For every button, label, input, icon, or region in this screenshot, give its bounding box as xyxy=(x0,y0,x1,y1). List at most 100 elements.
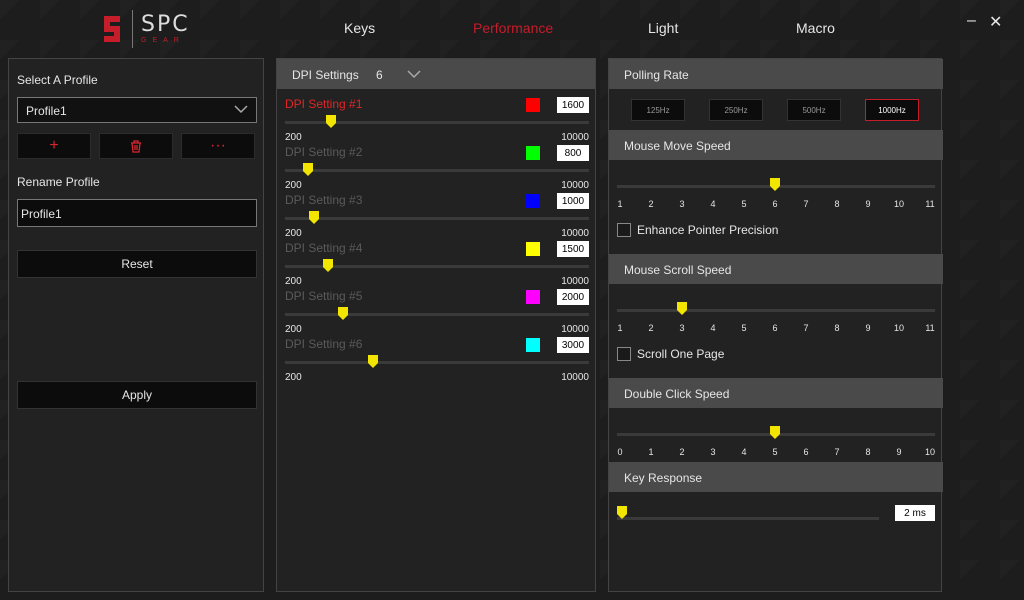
polling-250-button[interactable]: 250Hz xyxy=(709,99,763,121)
scroll-speed-header: Mouse Scroll Speed xyxy=(609,254,943,284)
dpi-setting-row: DPI Setting #5 2000 200 10000 xyxy=(277,289,597,337)
dpi-slider-track[interactable] xyxy=(285,313,589,316)
minimize-button[interactable]: – xyxy=(967,12,976,30)
tab-light[interactable]: Light xyxy=(648,20,678,36)
double-click-tick-label: 7 xyxy=(834,447,840,457)
scroll-speed-tick-label: 9 xyxy=(865,323,871,333)
move-speed-tick-label: 8 xyxy=(834,199,840,209)
dpi-slider-thumb[interactable] xyxy=(338,307,349,320)
dpi-setting-name[interactable]: DPI Setting #3 xyxy=(285,193,362,207)
dpi-color-swatch[interactable] xyxy=(525,193,541,209)
more-options-button[interactable]: ··· xyxy=(181,133,255,159)
apply-button[interactable]: Apply xyxy=(17,381,257,409)
settings-panel: Polling Rate 125Hz 250Hz 500Hz 1000Hz Mo… xyxy=(608,58,943,592)
dpi-setting-row: DPI Setting #4 1500 200 10000 xyxy=(277,241,597,289)
double-click-tick-label: 3 xyxy=(710,447,716,457)
dpi-value-box[interactable]: 1600 xyxy=(557,97,589,113)
dpi-slider-track[interactable] xyxy=(285,361,589,364)
move-speed-tick-label: 9 xyxy=(865,199,871,209)
double-click-tick-label: 1 xyxy=(648,447,654,457)
tab-performance[interactable]: Performance xyxy=(473,20,553,36)
scroll-speed-track[interactable] xyxy=(617,309,935,312)
header: SPC GEAR Keys Performance Light Macro – … xyxy=(0,0,1024,58)
main-nav: Keys Performance Light Macro xyxy=(0,20,1024,40)
move-speed-thumb[interactable] xyxy=(770,178,780,191)
dpi-color-swatch[interactable] xyxy=(525,97,541,113)
key-response-thumb[interactable] xyxy=(617,506,627,519)
dpi-value-box[interactable]: 800 xyxy=(557,145,589,161)
dpi-min-label: 200 xyxy=(285,228,302,239)
dpi-slider-thumb[interactable] xyxy=(367,355,378,368)
dpi-color-swatch[interactable] xyxy=(525,241,541,257)
dpi-setting-row: DPI Setting #2 800 200 10000 xyxy=(277,145,597,193)
chevron-down-icon xyxy=(407,70,421,79)
key-response-value[interactable]: 2 ms xyxy=(895,505,935,521)
dpi-slider-track[interactable] xyxy=(285,169,589,172)
double-click-tick-label: 0 xyxy=(617,447,623,457)
scroll-speed-tick-label: 5 xyxy=(741,323,747,333)
reset-button[interactable]: Reset xyxy=(17,250,257,278)
dpi-setting-name[interactable]: DPI Setting #4 xyxy=(285,241,362,255)
move-speed-tick-label: 3 xyxy=(679,199,685,209)
dpi-header-label: DPI Settings xyxy=(292,68,359,82)
move-speed-tick-label: 10 xyxy=(893,199,905,209)
dpi-color-swatch[interactable] xyxy=(525,289,541,305)
dpi-value-box[interactable]: 3000 xyxy=(557,337,589,353)
scroll-speed-tick-label: 11 xyxy=(925,323,935,333)
enhance-precision-checkbox[interactable] xyxy=(617,223,631,237)
polling-125-button[interactable]: 125Hz xyxy=(631,99,685,121)
key-response-track[interactable] xyxy=(617,517,879,520)
dpi-value-box[interactable]: 2000 xyxy=(557,289,589,305)
scroll-speed-thumb[interactable] xyxy=(677,302,687,315)
dpi-max-label: 10000 xyxy=(561,324,589,335)
dpi-min-label: 200 xyxy=(285,324,302,335)
dpi-slider-track[interactable] xyxy=(285,217,589,220)
polling-500-button[interactable]: 500Hz xyxy=(787,99,841,121)
scroll-speed-tick-label: 2 xyxy=(648,323,654,333)
move-speed-tick-label: 2 xyxy=(648,199,654,209)
move-speed-tick-label: 5 xyxy=(741,199,747,209)
dpi-slider-thumb[interactable] xyxy=(323,259,334,272)
scroll-speed-tick-label: 7 xyxy=(803,323,809,333)
move-speed-tick-label: 11 xyxy=(925,199,935,209)
dpi-slider-thumb[interactable] xyxy=(308,211,319,224)
dpi-slider-thumb[interactable] xyxy=(302,163,313,176)
dpi-slider-thumb[interactable] xyxy=(326,115,337,128)
rename-profile-label: Rename Profile xyxy=(17,175,100,189)
dpi-value-box[interactable]: 1500 xyxy=(557,241,589,257)
dpi-max-label: 10000 xyxy=(561,228,589,239)
add-profile-button[interactable]: + xyxy=(17,133,91,159)
chevron-down-icon xyxy=(234,105,248,114)
dpi-max-label: 10000 xyxy=(561,372,589,383)
dpi-min-label: 200 xyxy=(285,132,302,143)
dpi-color-swatch[interactable] xyxy=(525,337,541,353)
dpi-color-swatch[interactable] xyxy=(525,145,541,161)
dpi-setting-name[interactable]: DPI Setting #2 xyxy=(285,145,362,159)
close-button[interactable]: ✕ xyxy=(989,12,1002,32)
trash-icon xyxy=(131,139,141,153)
scroll-one-page-checkbox[interactable] xyxy=(617,347,631,361)
dpi-setting-row: DPI Setting #3 1000 200 10000 xyxy=(277,193,597,241)
delete-profile-button[interactable] xyxy=(99,133,173,159)
dpi-max-label: 10000 xyxy=(561,180,589,191)
tab-keys[interactable]: Keys xyxy=(344,20,375,36)
move-speed-header: Mouse Move Speed xyxy=(609,130,943,160)
scroll-speed-tick-label: 4 xyxy=(710,323,716,333)
tab-macro[interactable]: Macro xyxy=(796,20,835,36)
move-speed-tick-label: 1 xyxy=(617,199,623,209)
dpi-setting-name[interactable]: DPI Setting #1 xyxy=(285,97,362,111)
polling-1000-button[interactable]: 1000Hz xyxy=(865,99,919,121)
double-click-thumb[interactable] xyxy=(770,426,780,439)
dpi-setting-name[interactable]: DPI Setting #5 xyxy=(285,289,362,303)
double-click-tick-label: 10 xyxy=(924,447,936,457)
scroll-speed-tick-label: 10 xyxy=(893,323,905,333)
dpi-setting-name[interactable]: DPI Setting #6 xyxy=(285,337,362,351)
dpi-value-box[interactable]: 1000 xyxy=(557,193,589,209)
dpi-count: 6 xyxy=(376,68,383,82)
scroll-speed-tick-label: 1 xyxy=(617,323,623,333)
move-speed-tick-label: 7 xyxy=(803,199,809,209)
profile-dropdown[interactable]: Profile1 xyxy=(17,97,257,123)
dpi-header[interactable]: DPI Settings 6 xyxy=(277,59,595,89)
rename-profile-input[interactable]: Profile1 xyxy=(17,199,257,227)
select-profile-label: Select A Profile xyxy=(17,73,98,87)
